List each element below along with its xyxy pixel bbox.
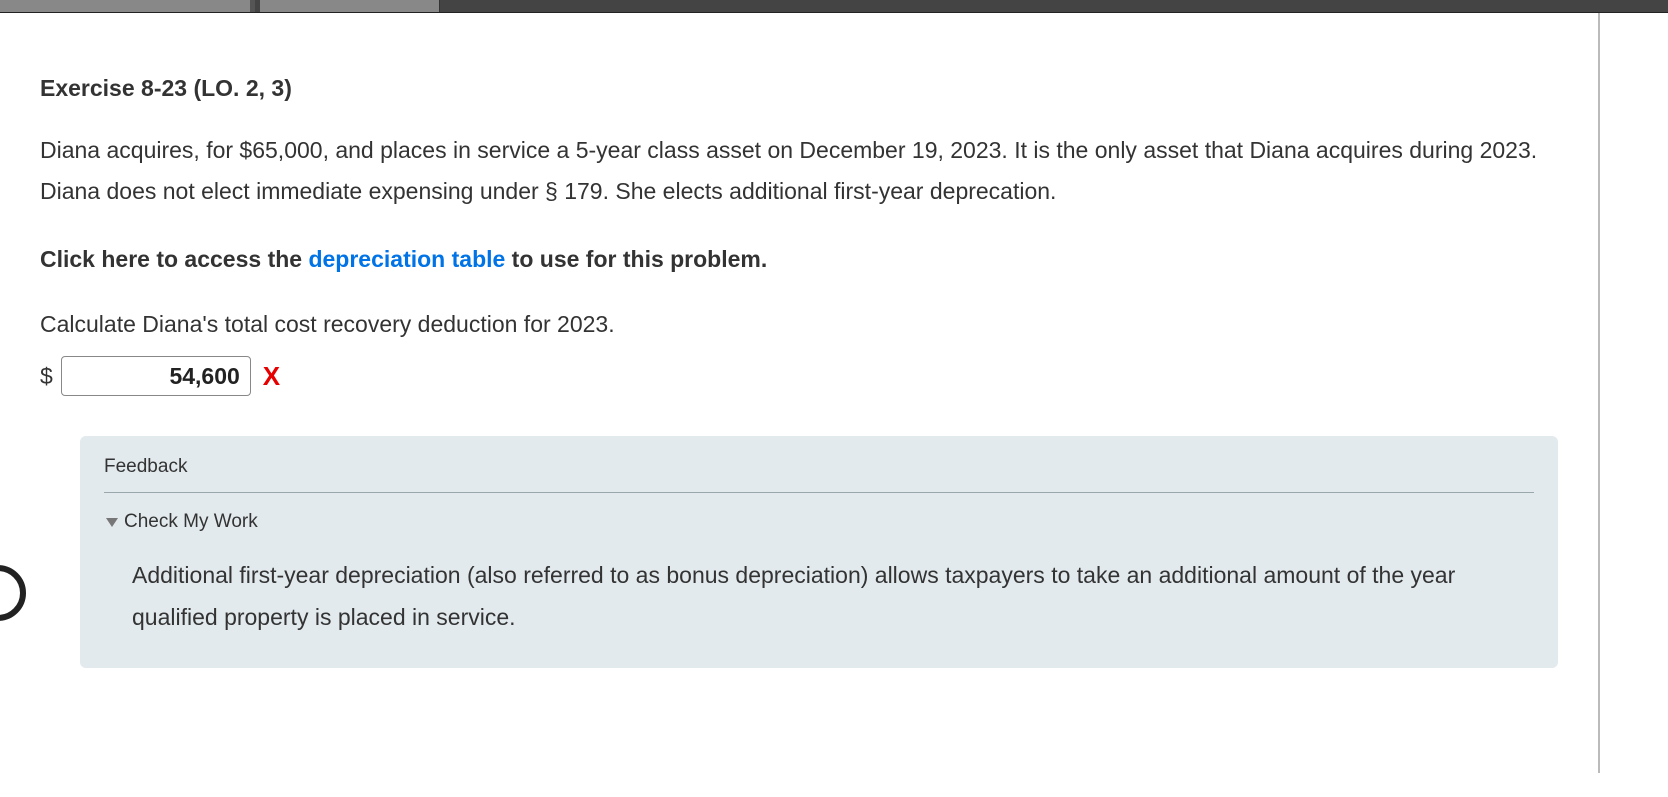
check-my-work-label: Check My Work xyxy=(124,511,258,533)
triangle-down-icon xyxy=(106,518,118,527)
exercise-title: Exercise 8-23 (LO. 2, 3) xyxy=(40,75,1558,102)
check-my-work-toggle[interactable]: Check My Work xyxy=(104,511,1534,533)
incorrect-icon: X xyxy=(263,361,280,392)
answer-input[interactable] xyxy=(61,356,251,396)
feedback-text: Additional first-year depreciation (also… xyxy=(104,555,1534,638)
exercise-body: Diana acquires, for $65,000, and places … xyxy=(40,130,1558,213)
currency-symbol: $ xyxy=(40,363,53,390)
instruction-post: to use for this problem. xyxy=(505,246,767,272)
feedback-label: Feedback xyxy=(104,456,1534,493)
depreciation-table-link[interactable]: depreciation table xyxy=(308,246,505,272)
instruction-pre: Click here to access the xyxy=(40,246,308,272)
question-panel: Exercise 8-23 (LO. 2, 3) Diana acquires,… xyxy=(0,13,1600,773)
question-prompt: Calculate Diana's total cost recovery de… xyxy=(40,306,1558,343)
instruction-line: Click here to access the depreciation ta… xyxy=(40,241,1558,278)
annotation-circle xyxy=(0,565,26,621)
tab-segment xyxy=(260,0,440,12)
window-tab-strip xyxy=(0,0,1668,13)
answer-row: $ X xyxy=(40,356,1558,396)
feedback-box: Feedback Check My Work Additional first-… xyxy=(80,436,1558,668)
